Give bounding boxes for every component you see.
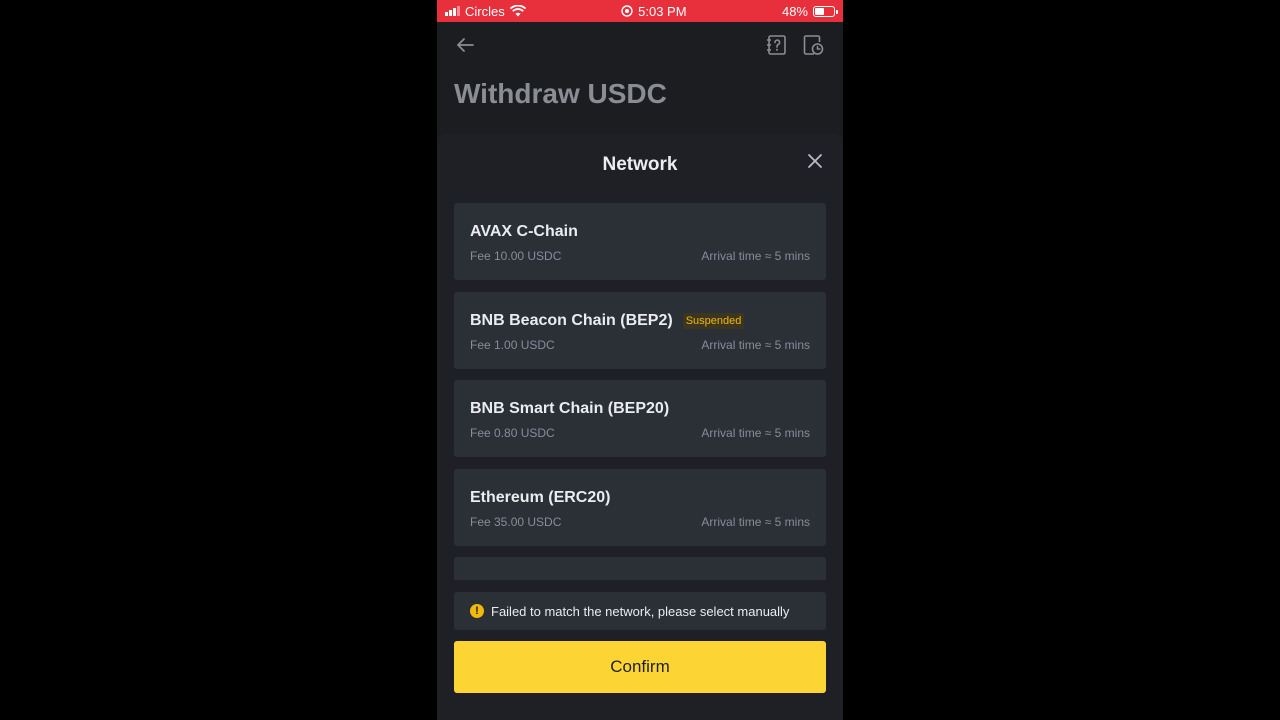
phone-screen: Circles 5:03 PM 48% Withdraw USDC Networ… (437, 0, 843, 720)
battery-icon (813, 5, 838, 17)
network-item-partial[interactable] (454, 557, 826, 580)
network-item-bep2[interactable]: BNB Beacon Chain (BEP2) Suspended Fee 1.… (454, 291, 826, 369)
network-arrival-time: Arrival time ≈ 5 mins (701, 514, 810, 529)
status-time: 5:03 PM (638, 3, 687, 19)
network-list[interactable]: AVAX C-Chain Fee 10.00 USDC Arrival time… (454, 203, 826, 580)
page-title: Withdraw USDC (454, 78, 667, 109)
history-icon[interactable] (802, 34, 824, 56)
suspended-badge: Suspended (682, 312, 745, 329)
network-warning: ! Failed to match the network, please se… (454, 592, 826, 630)
header: Withdraw USDC (437, 22, 843, 132)
network-fee: Fee 35.00 USDC (470, 514, 562, 529)
warning-icon: ! (470, 604, 484, 618)
network-fee: Fee 1.00 USDC (470, 337, 555, 352)
wifi-icon (509, 5, 526, 17)
guide-icon[interactable] (766, 34, 788, 56)
network-arrival-time: Arrival time ≈ 5 mins (701, 426, 810, 440)
carrier-name: Circles (465, 3, 505, 19)
battery-percent: 48% (781, 3, 808, 19)
network-item-erc20[interactable]: Ethereum (ERC20) Fee 35.00 USDC Arrival … (454, 468, 826, 546)
network-name: AVAX C-Chain (470, 223, 578, 240)
location-icon (621, 5, 633, 17)
network-name: BNB Smart Chain (BEP20) (470, 400, 670, 417)
network-item-avax[interactable]: AVAX C-Chain Fee 10.00 USDC Arrival time… (454, 203, 826, 280)
network-item-bep20[interactable]: BNB Smart Chain (BEP20) Fee 0.80 USDC Ar… (454, 380, 826, 457)
network-sheet: Network AVAX C-Chain Fee 10.00 USDC Arri… (437, 134, 843, 720)
status-bar: Circles 5:03 PM 48% (437, 0, 843, 22)
network-fee: Fee 10.00 USDC (470, 249, 562, 263)
network-name: BNB Beacon Chain (BEP2) (470, 311, 673, 329)
network-arrival-time: Arrival time ≈ 5 mins (701, 249, 810, 263)
network-name: Ethereum (ERC20) (470, 488, 611, 506)
network-arrival-time: Arrival time ≈ 5 mins (701, 337, 810, 352)
confirm-button[interactable]: Confirm (454, 641, 826, 693)
network-fee: Fee 0.80 USDC (470, 426, 555, 440)
signal-icon (445, 6, 460, 16)
close-icon[interactable] (806, 152, 824, 170)
warning-text: Failed to match the network, please sele… (491, 603, 790, 619)
back-arrow-icon[interactable] (454, 34, 476, 56)
sheet-title: Network (602, 154, 678, 175)
